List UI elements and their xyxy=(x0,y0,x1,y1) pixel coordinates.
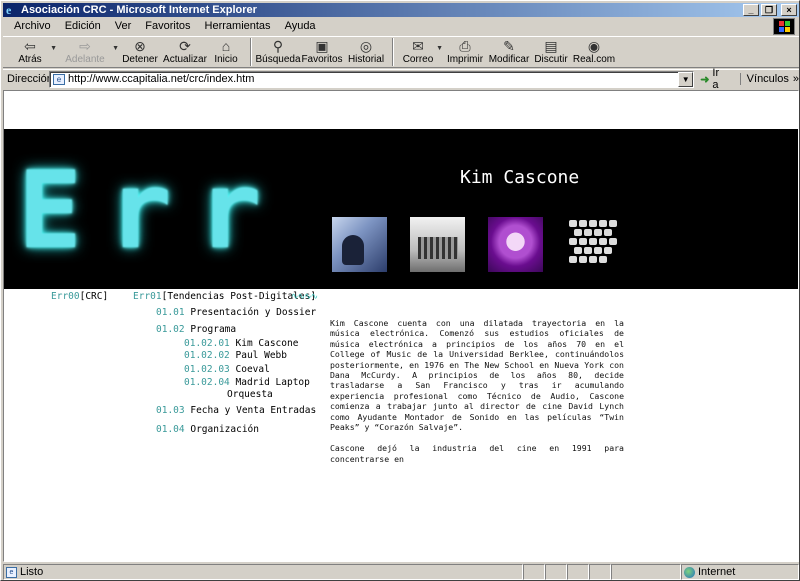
menu-archivo[interactable]: Archivo xyxy=(7,18,58,34)
nav-item-fecha-entradas[interactable]: 01.03 Fecha y Venta Entradas xyxy=(156,405,316,417)
edit-icon: ✎ xyxy=(503,37,515,54)
thumbnail-studio[interactable] xyxy=(410,217,465,272)
go-arrow-icon: ➜ xyxy=(700,73,710,86)
stop-button[interactable]: ⊗ Detener xyxy=(117,37,163,67)
address-input[interactable]: e http://www.ccapitalia.net/crc/index.ht… xyxy=(49,70,695,88)
back-button[interactable]: ⇦ Atrás ▼ xyxy=(9,37,57,67)
nav-item-coeval[interactable]: 01.02.03 Coeval xyxy=(184,364,270,376)
search-icon: ⚲ xyxy=(272,37,284,54)
internet-globe-icon xyxy=(684,566,695,578)
menu-ver[interactable]: Ver xyxy=(108,18,139,34)
wave-decoration-icon: ∿∿∿∿ xyxy=(291,291,318,301)
thumbnail-portrait[interactable] xyxy=(332,217,387,272)
menu-herramientas[interactable]: Herramientas xyxy=(198,18,278,34)
refresh-button[interactable]: ⟳ Actualizar xyxy=(163,37,207,67)
print-button[interactable]: ⎙ Imprimir xyxy=(443,37,487,67)
home-icon: ⌂ xyxy=(221,38,231,54)
thumbnail-pattern[interactable] xyxy=(566,217,621,272)
maximize-button[interactable]: ❐ xyxy=(761,4,777,16)
chevron-right-icon: » xyxy=(792,73,799,85)
mail-button[interactable]: ✉ Correo ▼ xyxy=(399,37,443,67)
nav-item-orquesta[interactable]: Orquesta xyxy=(227,389,273,401)
browser-window: e Asociación CRC - Microsoft Internet Ex… xyxy=(0,0,800,581)
standard-toolbar: ⇦ Atrás ▼ ⇨ Adelante ▼ ⊗ Detener ⟳ Actua… xyxy=(3,36,799,68)
page-status-icon: e xyxy=(6,566,17,578)
home-button[interactable]: ⌂ Inicio xyxy=(207,37,245,67)
history-icon: ◎ xyxy=(359,37,373,54)
thumbnail-purple-face[interactable] xyxy=(488,217,543,272)
address-bar: Dirección e http://www.ccapitalia.net/cr… xyxy=(3,67,799,91)
nav-root-link[interactable]: Err00[CRC] xyxy=(51,291,108,302)
status-panel xyxy=(545,564,567,580)
minimize-button[interactable]: _ xyxy=(743,4,759,16)
menu-ayuda[interactable]: Ayuda xyxy=(278,18,323,34)
favorites-folder-icon: ▣ xyxy=(315,37,329,54)
toolbar-separator xyxy=(250,38,252,66)
status-bar: e Listo Internet xyxy=(3,564,799,580)
realcom-icon: ◉ xyxy=(587,37,601,54)
nav-item-paul-webb[interactable]: 01.02.02 Paul Webb xyxy=(184,350,287,362)
edit-button[interactable]: ✎ Modificar xyxy=(487,37,531,67)
article-body: Kim Cascone cuenta con una dilatada tray… xyxy=(330,318,624,475)
stop-icon: ⊗ xyxy=(134,37,146,54)
err-logo: Err xyxy=(18,149,288,272)
back-dropdown-icon[interactable]: ▼ xyxy=(50,45,57,52)
address-label: Dirección xyxy=(7,73,53,85)
realcom-button[interactable]: ◉ Real.com xyxy=(571,37,617,67)
mail-icon: ✉ xyxy=(412,37,424,54)
forward-arrow-icon: ⇨ xyxy=(79,37,91,54)
toolbar-separator xyxy=(392,38,394,66)
nav-section-link[interactable]: Err01[Tendencias Post-Digitales] xyxy=(133,291,316,302)
refresh-icon: ⟳ xyxy=(179,37,191,54)
zone-label: Internet xyxy=(698,566,736,578)
back-arrow-icon: ⇦ xyxy=(24,37,36,54)
mail-dropdown-icon[interactable]: ▼ xyxy=(436,45,443,52)
menu-favoritos[interactable]: Favoritos xyxy=(138,18,197,34)
nav-item-kim-cascone[interactable]: 01.02.01 Kim Cascone xyxy=(184,338,298,350)
title-bar[interactable]: e Asociación CRC - Microsoft Internet Ex… xyxy=(3,3,799,17)
search-button[interactable]: ⚲ Búsqueda xyxy=(255,37,300,67)
status-text: Listo xyxy=(20,566,44,578)
windows-logo-icon xyxy=(773,18,795,35)
status-panel xyxy=(567,564,589,580)
nav-item-organizacion[interactable]: 01.04 Organización xyxy=(156,424,259,436)
status-panel xyxy=(611,564,681,580)
window-title: Asociación CRC - Microsoft Internet Expl… xyxy=(21,4,257,16)
nav-item-presentacion[interactable]: 01.01 Presentación y Dossier xyxy=(156,307,316,319)
page-viewport: Err Kim Cascone Err00[CRC] Err01[Tendenc… xyxy=(3,90,799,562)
discuss-icon: ▤ xyxy=(544,37,558,54)
thumbnail-strip xyxy=(332,217,621,272)
links-button[interactable]: Vínculos » xyxy=(739,73,799,85)
article-paragraph: Cascone dejó la industria del cine en 19… xyxy=(330,443,624,464)
discuss-button[interactable]: ▤ Discutir xyxy=(531,37,571,67)
security-zone-panel[interactable]: Internet xyxy=(681,564,799,580)
status-panel xyxy=(523,564,545,580)
menu-edicion[interactable]: Edición xyxy=(58,18,108,34)
printer-icon: ⎙ xyxy=(459,37,471,54)
nav-item-programa[interactable]: 01.02 Programa xyxy=(156,324,236,336)
favorites-button[interactable]: ▣ Favoritos xyxy=(299,37,345,67)
artist-name: Kim Cascone xyxy=(460,167,580,188)
close-button[interactable]: × xyxy=(781,4,797,16)
page-icon: e xyxy=(53,73,65,85)
ie-logo-icon: e xyxy=(6,3,12,17)
go-button[interactable]: ➜ Ir a xyxy=(700,67,727,91)
nav-item-madrid-laptop[interactable]: 01.02.04 Madrid Laptop xyxy=(184,377,310,389)
status-panel xyxy=(589,564,611,580)
history-button[interactable]: ◎ Historial xyxy=(345,37,387,67)
article-paragraph: Kim Cascone cuenta con una dilatada tray… xyxy=(330,318,624,433)
address-dropdown-icon[interactable]: ▼ xyxy=(678,71,694,87)
address-url: http://www.ccapitalia.net/crc/index.htm xyxy=(68,73,255,85)
header-banner: Err Kim Cascone xyxy=(4,129,798,289)
status-text-panel: e Listo xyxy=(3,564,523,580)
menu-bar: Archivo Edición Ver Favoritos Herramient… xyxy=(3,18,799,34)
forward-button[interactable]: ⇨ Adelante ▼ xyxy=(57,37,119,67)
